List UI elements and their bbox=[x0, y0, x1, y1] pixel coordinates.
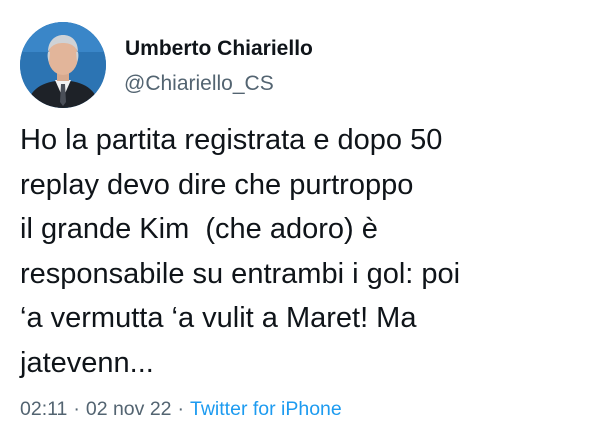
tweet-source-link[interactable]: Twitter for iPhone bbox=[190, 398, 342, 420]
tweet-time[interactable]: 02:11 bbox=[20, 398, 67, 420]
tweet-text-line: jatevenn... bbox=[20, 346, 154, 379]
tweet-date[interactable]: 02 nov 22 bbox=[86, 398, 172, 420]
tweet-text-line: ‘a vermutta ‘a vulit a Maret! Ma bbox=[20, 302, 417, 334]
tweet-text-line: replay devo dire che purtroppo bbox=[20, 168, 414, 201]
tweet-card: Umberto Chiariello @Chiariello_CS Ho la … bbox=[0, 0, 600, 444]
tweet-text-line: Ho la partita registrata e dopo 50 bbox=[20, 124, 443, 156]
tweet-text: Ho la partita registrata e dopo 50 repla… bbox=[20, 118, 590, 385]
tweet-text-line: responsabile su entrambi i gol: poi bbox=[20, 257, 461, 290]
tweet-metadata: 02:11 · 02 nov 22 · Twitter for iPhone bbox=[20, 398, 342, 421]
tweet-text-line: il grande Kim (che adoro) è bbox=[20, 213, 378, 245]
author-avatar[interactable] bbox=[20, 22, 106, 108]
profile-photo-icon bbox=[20, 22, 106, 108]
author-name[interactable]: Umberto Chiariello bbox=[125, 37, 313, 61]
meta-separator: · bbox=[73, 398, 80, 420]
meta-separator: · bbox=[177, 398, 185, 420]
author-handle[interactable]: @Chiariello_CS bbox=[124, 72, 274, 96]
